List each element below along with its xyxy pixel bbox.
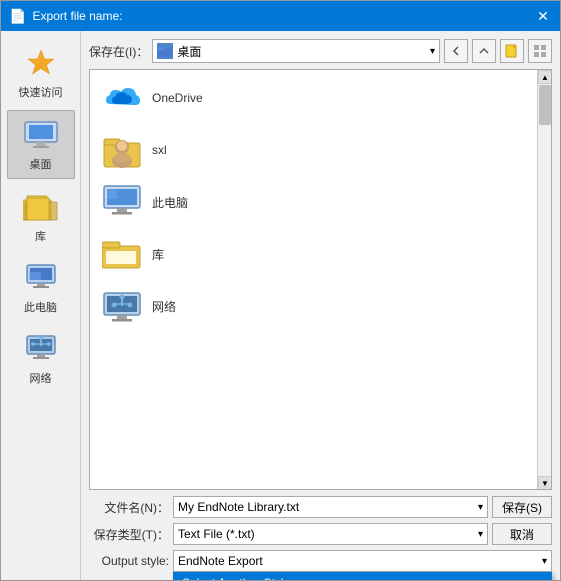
file-item-network[interactable]: 网络 bbox=[94, 282, 531, 330]
sidebar-label-quick-access: 快速访问 bbox=[19, 84, 63, 100]
folder-icon bbox=[157, 43, 173, 59]
back-button[interactable] bbox=[444, 39, 468, 63]
output-style-row: Output style: EndNote Export ▾ Select An… bbox=[89, 550, 552, 572]
sidebar-item-library[interactable]: 库 bbox=[7, 183, 75, 250]
sidebar-label-network: 网络 bbox=[30, 370, 52, 386]
sidebar-label-library: 库 bbox=[35, 228, 46, 244]
output-style-value: EndNote Export bbox=[178, 554, 263, 568]
file-item-library[interactable]: 库 bbox=[94, 230, 531, 278]
scroll-thumb[interactable] bbox=[539, 85, 551, 125]
file-name-library: 库 bbox=[152, 246, 164, 263]
save-button[interactable]: 保存(S) bbox=[492, 496, 552, 518]
sidebar: 快速访问 桌面 bbox=[1, 31, 81, 580]
star-icon bbox=[23, 45, 59, 81]
folder-combo[interactable]: 桌面 ▾ bbox=[152, 39, 440, 63]
view-button[interactable] bbox=[528, 39, 552, 63]
filename-combo[interactable]: My EndNote Library.txt ▾ bbox=[173, 496, 488, 518]
dialog-body: 快速访问 桌面 bbox=[1, 31, 560, 580]
filetype-row: 保存类型(T)： Text File (*.txt) ▾ 取消 bbox=[89, 523, 552, 545]
scrollbar[interactable]: ▲ ▼ bbox=[537, 70, 551, 489]
filetype-combo[interactable]: Text File (*.txt) ▾ bbox=[173, 523, 488, 545]
this-pc-icon bbox=[102, 184, 142, 220]
file-item-computer[interactable]: 此电脑 bbox=[94, 178, 531, 226]
file-list-content: OneDrive bbox=[94, 74, 547, 330]
output-style-label: Output style: bbox=[89, 554, 169, 568]
title-bar: 📄 Export file name: ✕ bbox=[1, 1, 560, 31]
close-button[interactable]: ✕ bbox=[534, 7, 552, 25]
cancel-button[interactable]: 取消 bbox=[492, 523, 552, 545]
computer-icon bbox=[23, 260, 59, 296]
scroll-up-arrow[interactable]: ▲ bbox=[538, 70, 552, 84]
folder-combo-arrow: ▾ bbox=[430, 46, 435, 57]
filename-value: My EndNote Library.txt bbox=[178, 500, 299, 514]
sidebar-item-network[interactable]: 网络 bbox=[7, 325, 75, 392]
recent-button[interactable] bbox=[500, 39, 524, 63]
file-name-computer: 此电脑 bbox=[152, 194, 188, 211]
save-in-label: 保存在(I)： bbox=[89, 43, 148, 60]
dropdown-item-select-another[interactable]: Select Another Style... bbox=[174, 573, 551, 580]
output-style-dropdown: Select Another Style... Annotated APA 6t… bbox=[173, 572, 552, 580]
sidebar-label-desktop: 桌面 bbox=[30, 156, 52, 172]
output-style-trigger[interactable]: EndNote Export ▾ bbox=[173, 550, 552, 572]
sidebar-item-quick-access[interactable]: 快速访问 bbox=[7, 39, 75, 106]
scroll-down-arrow[interactable]: ▼ bbox=[538, 476, 552, 490]
onedrive-icon bbox=[102, 80, 142, 116]
file-name-sxl: sxl bbox=[152, 143, 167, 157]
current-folder-name: 桌面 bbox=[177, 43, 426, 60]
dialog-icon: 📄 bbox=[9, 8, 26, 25]
filetype-label: 保存类型(T)： bbox=[89, 526, 169, 543]
main-area: 保存在(I)： 桌面 ▾ bbox=[81, 31, 560, 580]
person-icon bbox=[102, 132, 142, 168]
filetype-arrow: ▾ bbox=[478, 529, 483, 540]
file-item-sxl[interactable]: sxl bbox=[94, 126, 531, 174]
sidebar-item-computer[interactable]: 此电脑 bbox=[7, 254, 75, 321]
file-list: OneDrive bbox=[89, 69, 552, 490]
file-name-onedrive: OneDrive bbox=[152, 91, 203, 105]
dialog-title: Export file name: bbox=[32, 9, 122, 23]
output-style-dropdown-container: EndNote Export ▾ Select Another Style...… bbox=[173, 550, 552, 572]
file-name-network: 网络 bbox=[152, 298, 176, 315]
library-icon bbox=[23, 189, 59, 225]
desktop-icon bbox=[23, 117, 59, 153]
filetype-value: Text File (*.txt) bbox=[178, 527, 255, 541]
sidebar-label-computer: 此电脑 bbox=[24, 299, 57, 315]
export-dialog: 📄 Export file name: ✕ 快速访问 bbox=[0, 0, 561, 581]
file-item-onedrive[interactable]: OneDrive bbox=[94, 74, 531, 122]
filename-label: 文件名(N)： bbox=[89, 499, 169, 516]
filename-row: 文件名(N)： My EndNote Library.txt ▾ 保存(S) bbox=[89, 496, 552, 518]
library-folder-icon bbox=[102, 236, 142, 272]
filename-arrow: ▾ bbox=[478, 502, 483, 513]
up-button[interactable] bbox=[472, 39, 496, 63]
bottom-form: 文件名(N)： My EndNote Library.txt ▾ 保存(S) 保… bbox=[89, 496, 552, 572]
title-bar-left: 📄 Export file name: bbox=[9, 8, 122, 25]
network-icon bbox=[23, 331, 59, 367]
toolbar: 保存在(I)： 桌面 ▾ bbox=[89, 39, 552, 63]
output-style-arrow: ▾ bbox=[542, 556, 547, 567]
network-folder-icon bbox=[102, 288, 142, 324]
sidebar-item-desktop[interactable]: 桌面 bbox=[7, 110, 75, 179]
